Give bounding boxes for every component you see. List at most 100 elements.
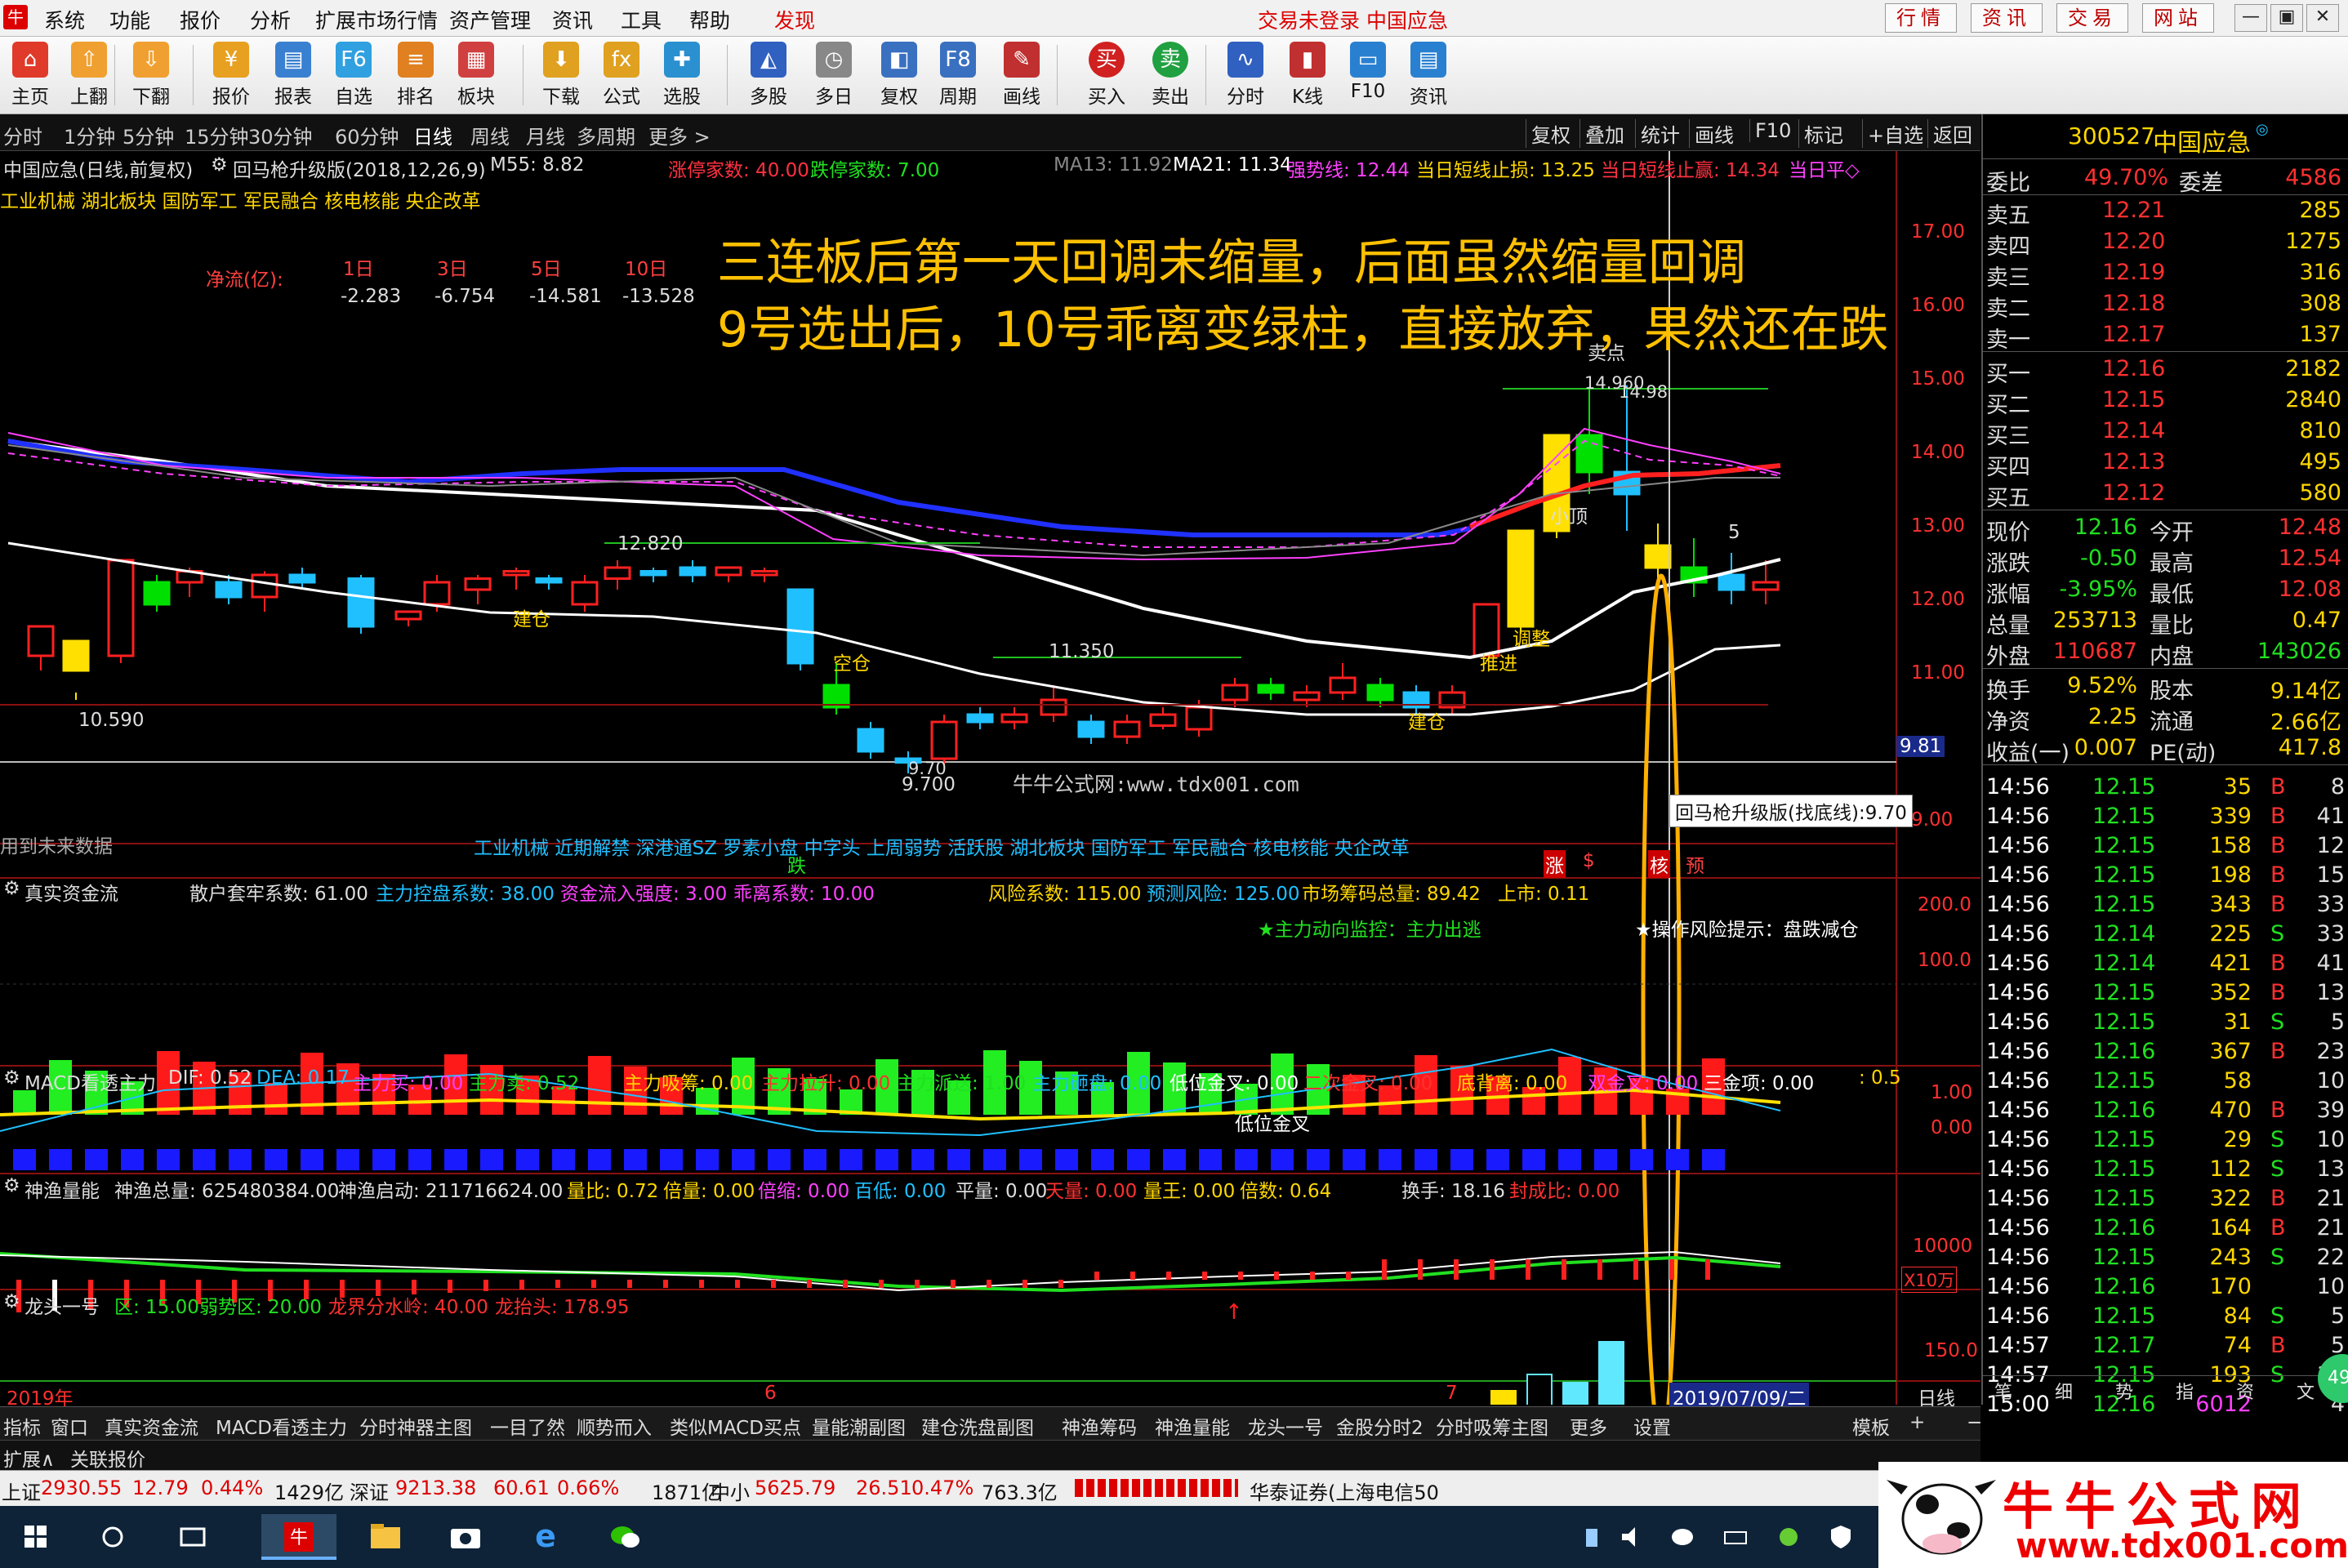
- battery-tray-icon[interactable]: [1720, 1514, 1769, 1560]
- chart-tool-6[interactable]: +自选: [1862, 119, 1928, 148]
- menu-item-2[interactable]: 报价: [180, 5, 221, 34]
- wechat-tray-icon[interactable]: [1666, 1514, 1715, 1560]
- toolbar-draw-line-button[interactable]: ✎ 画线: [993, 40, 1050, 110]
- bottom-tab-15[interactable]: 更多: [1570, 1412, 1607, 1440]
- toolbar-download-button[interactable]: ⬇ 下载: [532, 40, 590, 110]
- quick-link-0[interactable]: 行情: [1885, 3, 1957, 33]
- menu-item-6[interactable]: 资讯: [552, 5, 593, 34]
- edge-browser-icon[interactable]: e: [521, 1514, 570, 1560]
- ind1-settings-icon[interactable]: ⚙: [3, 878, 20, 899]
- ind2-name[interactable]: MACD看透主力: [25, 1067, 156, 1095]
- ind4-settings-icon[interactable]: ⚙: [3, 1291, 20, 1312]
- period-tab-3[interactable]: 15分钟: [185, 121, 249, 149]
- menu-item-9[interactable]: 发现: [774, 5, 815, 34]
- wechat-icon[interactable]: [601, 1514, 650, 1560]
- bottom-right-control-2[interactable]: −: [1967, 1412, 1982, 1433]
- file-explorer-icon[interactable]: [361, 1514, 410, 1560]
- bottom-right-control-1[interactable]: +: [1909, 1412, 1925, 1433]
- bottom-tab2-0[interactable]: 扩展∧: [3, 1444, 55, 1472]
- period-tab-4[interactable]: 30分钟: [248, 121, 313, 149]
- ind2-settings-icon[interactable]: ⚙: [3, 1067, 20, 1089]
- menu-item-1[interactable]: 功能: [109, 5, 150, 34]
- toolbar-page-down-button[interactable]: ⇩ 下翻: [123, 40, 180, 110]
- bottom-tab-7[interactable]: 类似MACD买点: [670, 1412, 801, 1440]
- toolbar-page-up-button[interactable]: ⇧ 上翻: [60, 40, 118, 110]
- ind3-name[interactable]: 神渔量能: [25, 1175, 100, 1203]
- ind3-settings-icon[interactable]: ⚙: [3, 1175, 20, 1196]
- minimize-icon[interactable]: —: [2234, 4, 2267, 32]
- toolbar-favorites-button[interactable]: F6 自选: [325, 40, 382, 110]
- period-tab-2[interactable]: 5分钟: [123, 121, 174, 149]
- bottom-tab-14[interactable]: 分时吸筹主图: [1436, 1412, 1548, 1440]
- menu-item-8[interactable]: 帮助: [689, 5, 730, 34]
- bottom-tab-6[interactable]: 顺势而入: [577, 1412, 652, 1440]
- menu-item-0[interactable]: 系统: [44, 5, 85, 34]
- menu-item-7[interactable]: 工具: [621, 5, 662, 34]
- ind4-name[interactable]: 龙头一号: [25, 1291, 100, 1319]
- bottom-tab-9[interactable]: 建仓洗盘副图: [921, 1412, 1034, 1440]
- chart-tool-0[interactable]: 复权: [1526, 119, 1575, 148]
- toolbar-multi-day-button[interactable]: ◷ 多日: [805, 40, 862, 110]
- bottom-tab-5[interactable]: 一目了然: [490, 1412, 565, 1440]
- period-tab-0[interactable]: 分时: [3, 121, 42, 149]
- bottom-tab-3[interactable]: MACD看透主力: [216, 1412, 347, 1440]
- toolbar-multi-stock-button[interactable]: ◭ 多股: [740, 40, 797, 110]
- quick-link-2[interactable]: 交易: [2056, 3, 2128, 33]
- chart-area[interactable]: ↑ 中国应急(日线,前复权) ⚙ 回马枪升级版(2018,12,26,9) M5…: [0, 151, 1980, 1410]
- chart-settings-icon[interactable]: ⚙: [211, 154, 228, 176]
- quote-tab-1[interactable]: 细: [2055, 1378, 2073, 1404]
- quick-link-1[interactable]: 资讯: [1971, 3, 2043, 33]
- toolbar-sector-button[interactable]: ▦ 板块: [448, 40, 505, 110]
- bottom-tab-8[interactable]: 量能潮副图: [812, 1412, 906, 1440]
- chart-tool-2[interactable]: 统计: [1635, 119, 1685, 148]
- bottom-tab-11[interactable]: 神渔量能: [1155, 1412, 1230, 1440]
- toolbar-cycle-button[interactable]: F8 周期: [929, 40, 987, 110]
- toolbar-intraday-button[interactable]: ∿ 分时: [1217, 40, 1274, 110]
- bottom-tab-1[interactable]: 窗口: [51, 1412, 88, 1440]
- period-tab-10[interactable]: 更多 >: [648, 121, 711, 149]
- windows-start-icon[interactable]: [11, 1514, 60, 1560]
- bottom-right-control-0[interactable]: 模板: [1852, 1412, 1890, 1440]
- period-tab-7[interactable]: 周线: [470, 121, 510, 149]
- info-icon[interactable]: ◎: [2256, 121, 2269, 138]
- period-tab-9[interactable]: 多周期: [577, 121, 635, 149]
- bottom-tab-2[interactable]: 真实资金流: [105, 1412, 198, 1440]
- quote-tab-4[interactable]: 资: [2236, 1378, 2254, 1404]
- quote-tab-5[interactable]: 文: [2297, 1378, 2315, 1404]
- indicator-name[interactable]: 回马枪升级版(2018,12,26,9): [233, 154, 486, 182]
- bottom-tab-12[interactable]: 龙头一号: [1248, 1412, 1323, 1440]
- chart-tool-4[interactable]: F10: [1749, 119, 1796, 142]
- quick-link-3[interactable]: 网站: [2142, 3, 2214, 33]
- security-tray-icon[interactable]: [1772, 1514, 1821, 1560]
- toolbar-restore-rights-button[interactable]: ◧ 复权: [871, 40, 928, 110]
- toolbar-f10-button[interactable]: ▭ F10: [1339, 40, 1397, 110]
- toolbar-buy-button[interactable]: 买买入: [1078, 40, 1135, 110]
- shield-tray-icon[interactable]: [1824, 1514, 1873, 1560]
- maximize-icon[interactable]: ▣: [2270, 4, 2303, 32]
- toolbar-sell-button[interactable]: 卖卖出: [1142, 40, 1199, 110]
- toolbar-kline-button[interactable]: ▮ K线: [1279, 40, 1336, 110]
- toolbar-home-button[interactable]: ⌂ 主页: [2, 40, 59, 110]
- bottom-tab-10[interactable]: 神渔筹码: [1062, 1412, 1137, 1440]
- bottom-tab-4[interactable]: 分时神器主图: [359, 1412, 472, 1440]
- quote-tab-3[interactable]: 指: [2176, 1378, 2194, 1404]
- toolbar-formula-button[interactable]: fx 公式: [593, 40, 650, 110]
- period-tab-8[interactable]: 月线: [526, 121, 565, 149]
- toolbar-stock-picker-button[interactable]: ✚ 选股: [653, 40, 711, 110]
- toolbar-quote-button[interactable]: ¥ 报价: [203, 40, 260, 110]
- bottom-tab-13[interactable]: 金股分时2: [1336, 1412, 1424, 1440]
- menu-item-3[interactable]: 分析: [250, 5, 291, 34]
- camera-icon[interactable]: [441, 1514, 490, 1560]
- quote-tab-0[interactable]: 笔: [1994, 1378, 2012, 1404]
- menu-item-5[interactable]: 资产管理: [449, 5, 531, 34]
- close-icon[interactable]: ✕: [2306, 4, 2339, 32]
- search-icon[interactable]: [88, 1514, 137, 1560]
- quote-tab-2[interactable]: 势: [2115, 1378, 2133, 1404]
- ind1-name[interactable]: 真实资金流: [25, 878, 118, 906]
- toolbar-report-button[interactable]: ▤ 报表: [265, 40, 322, 110]
- bottom-tab-0[interactable]: 指标: [3, 1412, 41, 1440]
- toolbar-news-button[interactable]: ▤ 资讯: [1400, 40, 1457, 110]
- menu-item-4[interactable]: 扩展市场行情: [315, 5, 438, 34]
- bottom-tab2-1[interactable]: 关联报价: [70, 1444, 145, 1472]
- period-tab-5[interactable]: 60分钟: [335, 121, 399, 149]
